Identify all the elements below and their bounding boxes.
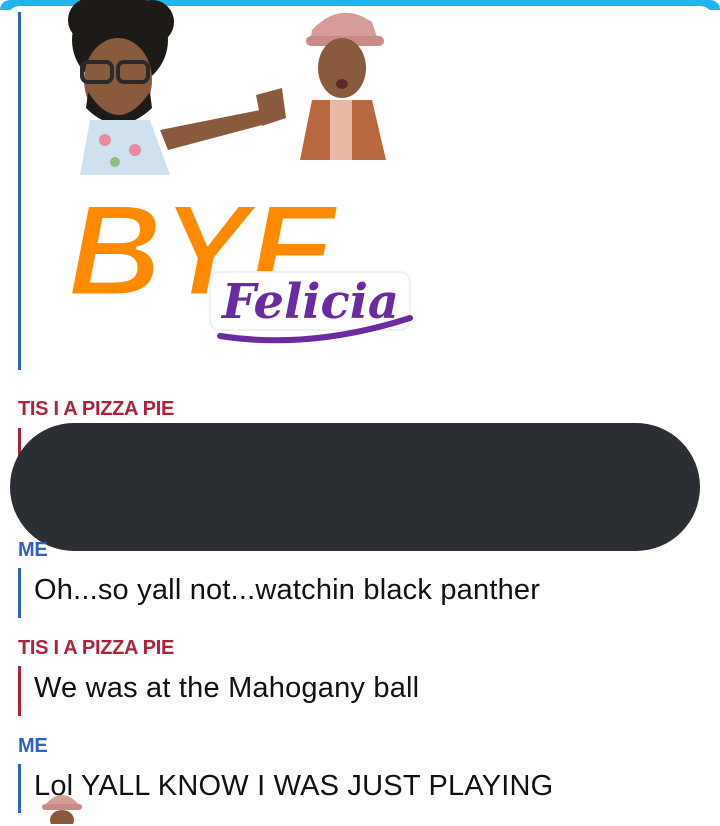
redaction-blob xyxy=(10,423,700,551)
sender-label: ME xyxy=(18,735,48,757)
me-message-bar xyxy=(18,568,21,618)
bitmoji-man xyxy=(68,0,286,175)
sender-label: TIS I A PIZZA PIE xyxy=(18,398,175,420)
message-text[interactable]: Oh...so yall not...watchin black panther xyxy=(34,574,540,607)
sticker-message-bar xyxy=(18,12,21,370)
bye-felicia-sticker[interactable]: BYE Felicia xyxy=(60,0,420,370)
friend-message-bar xyxy=(18,666,21,716)
sticker-felicia-text: Felicia xyxy=(220,274,399,330)
me-message-bar xyxy=(18,764,21,813)
message-text[interactable]: We was at the Mahogany ball xyxy=(34,672,419,705)
sender-label: ME xyxy=(18,539,48,561)
message-text[interactable]: Lol YALL KNOW I WAS JUST PLAYING xyxy=(34,770,553,803)
friend-bitmoji-avatar-icon xyxy=(42,795,82,824)
sender-label: TIS I A PIZZA PIE xyxy=(18,637,175,659)
bitmoji-woman xyxy=(300,12,386,160)
